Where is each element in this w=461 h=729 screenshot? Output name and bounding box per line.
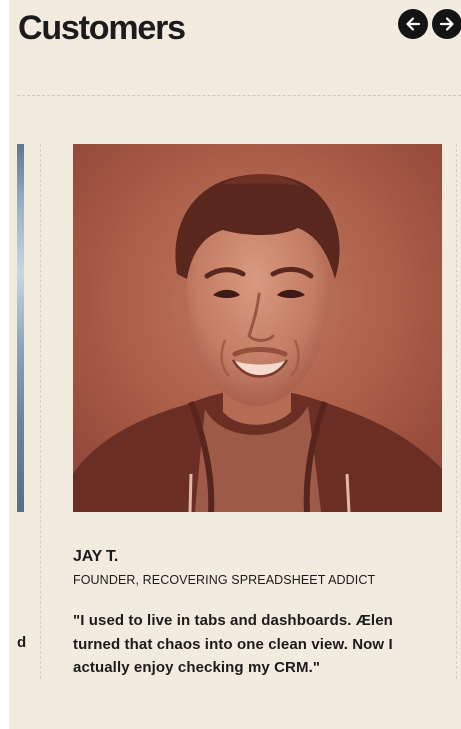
arrow-right-icon [439,17,454,31]
customer-role: FOUNDER, RECOVERING SPREADSHEET ADDICT [73,573,376,587]
section-divider [17,95,461,96]
previous-card-border [40,144,41,679]
testimonial-quote: "I used to live in tabs and dashboards. … [73,612,393,676]
carousel-prev-button[interactable] [398,9,428,39]
next-card-border [456,144,457,679]
customer-photo [73,144,442,512]
section-title: Customers [18,9,186,47]
carousel-next-button[interactable] [432,9,461,39]
previous-card-photo-edge[interactable] [17,144,24,512]
customers-section: Customers d JAY T. FOUNDER, RECOVERING S… [9,0,461,729]
previous-card-quote-fragment: d [17,634,27,651]
arrow-left-icon [406,17,421,31]
customer-name: JAY T. [73,548,119,565]
testimonial-card: JAY T. FOUNDER, RECOVERING SPREADSHEET A… [73,144,443,676]
